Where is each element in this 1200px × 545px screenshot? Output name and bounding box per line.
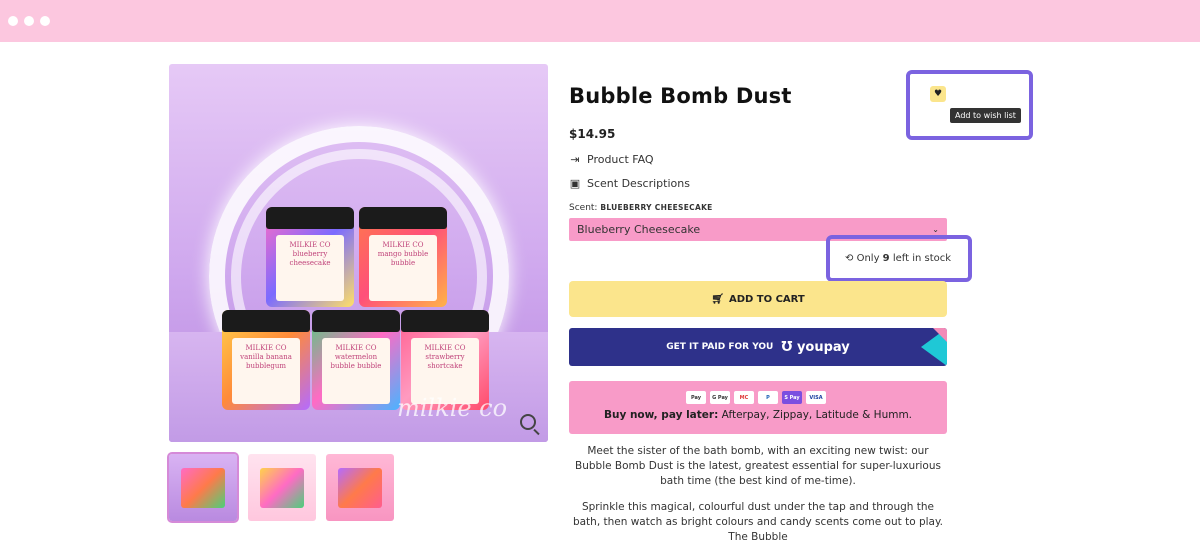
- chevron-down-icon: ⌄: [932, 225, 939, 234]
- watermark: milkie co: [397, 394, 508, 422]
- youpay-icon: Ʊ youpay: [781, 339, 850, 355]
- scent-descriptions-link[interactable]: ▣ Scent Descriptions: [569, 177, 690, 190]
- browser-dot-icon: [24, 16, 34, 26]
- product-description-1: Meet the sister of the bath bomb, with a…: [575, 445, 941, 487]
- payment-methods: Pay G Pay MC P S Pay VISA: [686, 391, 826, 404]
- thumbnail-1[interactable]: [167, 452, 239, 523]
- browser-top-bar: [0, 0, 1200, 42]
- visa-icon: VISA: [806, 391, 826, 404]
- highlight-box-stock: [826, 235, 972, 282]
- browser-dot-icon: [40, 16, 50, 26]
- product-description-2: Sprinkle this magical, colourful dust un…: [572, 501, 944, 543]
- scent-icon: ▣: [569, 177, 581, 190]
- shop-pay-icon: S Pay: [782, 391, 802, 404]
- mastercard-icon: MC: [734, 391, 754, 404]
- youpay-button[interactable]: GET IT PAID FOR YOU Ʊ youpay: [569, 328, 947, 366]
- jar: MILKIE CO mango bubble bubble: [359, 207, 447, 307]
- paypal-icon: P: [758, 391, 778, 404]
- browser-dot-icon: [8, 16, 18, 26]
- apple-pay-icon: Pay: [686, 391, 706, 404]
- cart-icon: 🛒︎: [711, 293, 724, 305]
- jar: MILKIE CO watermelon bubble bubble: [312, 310, 400, 410]
- jar: MILKIE CO blueberry cheesecake: [266, 207, 354, 307]
- product-faq-link[interactable]: ⇥ Product FAQ: [569, 153, 653, 166]
- google-pay-icon: G Pay: [710, 391, 730, 404]
- zoom-icon[interactable]: [520, 414, 536, 430]
- thumbnail-2[interactable]: [248, 454, 316, 521]
- scent-label: Scent: BLUEBERRY CHEESECAKE: [569, 203, 713, 213]
- add-to-cart-button[interactable]: 🛒︎ ADD TO CART: [569, 281, 947, 317]
- jar: MILKIE CO vanilla banana bubblegum: [222, 310, 310, 410]
- faq-icon: ⇥: [570, 153, 580, 166]
- product-main-image[interactable]: MILKIE CO blueberry cheesecake MILKIE CO m…: [169, 64, 548, 442]
- product-title: Bubble Bomb Dust: [569, 84, 792, 108]
- pay-later-text: Buy now, pay later: Afterpay, Zippay, La…: [603, 409, 913, 421]
- highlight-box-wishlist: [906, 70, 1033, 140]
- product-price: $14.95: [569, 127, 616, 141]
- thumbnail-3[interactable]: [326, 454, 394, 521]
- pay-later-panel: Pay G Pay MC P S Pay VISA Buy now, pay l…: [569, 381, 947, 434]
